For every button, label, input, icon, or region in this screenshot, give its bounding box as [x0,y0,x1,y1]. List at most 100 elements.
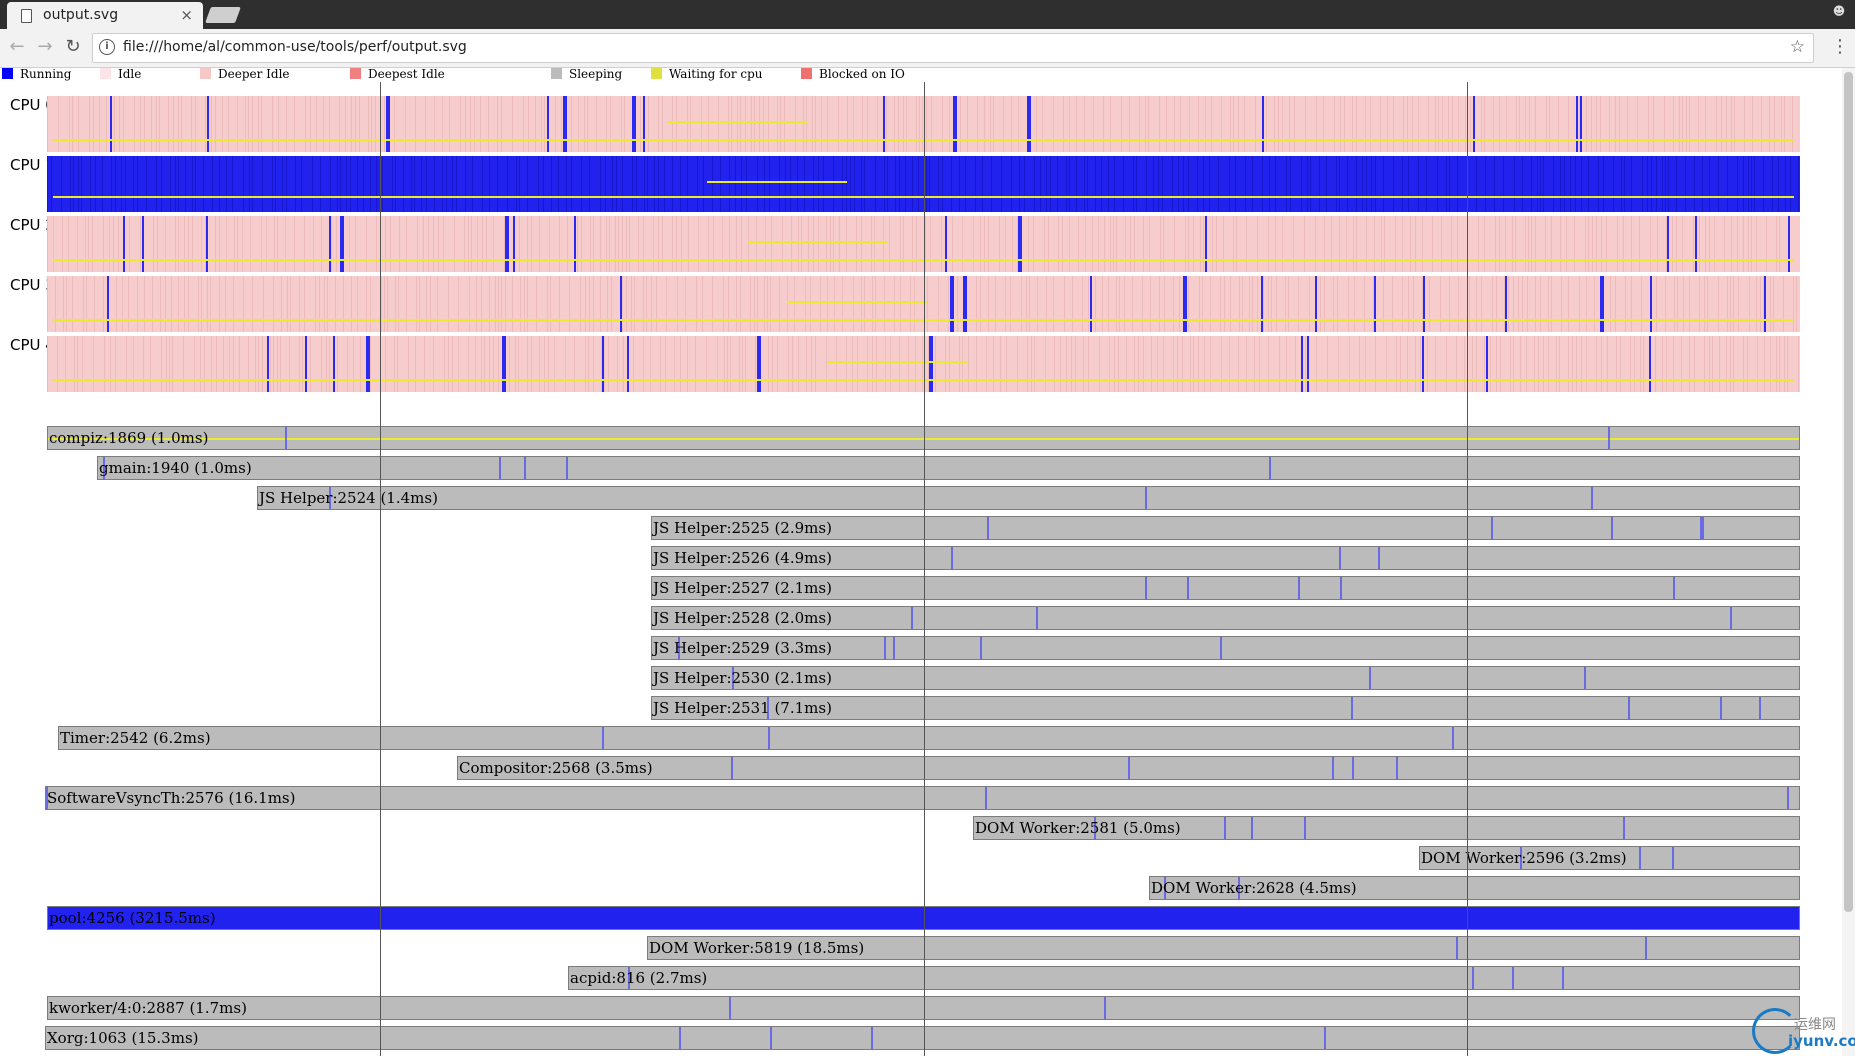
state-tick [1586,276,1587,332]
state-tick [357,276,358,332]
vertical-scrollbar[interactable] [1842,68,1855,1056]
state-tick [806,336,807,392]
state-tick [275,156,276,212]
running-slice [1351,697,1353,719]
state-tick [118,216,119,272]
state-tick [929,156,930,212]
state-tick [1402,276,1403,332]
state-tick [541,96,542,152]
state-tick [1560,156,1561,212]
profile-icon[interactable]: ☻ [1831,4,1847,20]
state-tick [128,276,129,332]
url-text[interactable]: file:///home/al/common-use/tools/perf/ou… [123,39,467,55]
running-slice [1374,276,1376,332]
state-tick [827,96,828,152]
legend: Running Idle Deeper Idle Deepest Idle Sleepi… [0,67,1855,82]
state-tick [894,96,895,152]
state-tick [395,156,396,212]
state-tick [587,96,588,152]
state-tick [77,336,78,392]
info-icon[interactable]: i [99,39,115,55]
state-tick [867,336,868,392]
state-tick [1282,216,1283,272]
state-tick [61,156,62,212]
state-tick [1293,216,1294,272]
kebab-menu-icon[interactable]: ⋮ [1831,36,1849,57]
new-tab-button[interactable] [205,7,241,23]
tab-output-svg[interactable]: output.svg × [7,2,203,29]
running-slice [1650,276,1652,332]
state-tick [1209,156,1210,212]
state-tick [1606,216,1607,272]
reload-icon[interactable]: ↻ [62,36,84,57]
state-tick [1484,336,1485,392]
state-tick [1689,276,1690,332]
state-tick [643,276,644,332]
state-tick [836,336,837,392]
state-tick [756,216,757,272]
state-tick [1334,96,1335,152]
state-tick [1672,216,1673,272]
state-tick [1172,156,1173,212]
state-tick [274,216,275,272]
running-slice [1505,276,1507,332]
state-tick [88,216,89,272]
state-tick [1375,336,1376,392]
running-slice [1649,336,1651,392]
state-tick [211,96,212,152]
state-tick [928,336,929,392]
state-tick [821,96,822,152]
state-tick [938,156,939,212]
state-tick [605,156,606,212]
scrollbar-thumb[interactable] [1844,72,1853,912]
state-tick [395,276,396,332]
state-tick [258,336,259,392]
state-tick [1503,156,1504,212]
star-icon[interactable]: ☆ [1790,37,1805,57]
state-tick [1694,336,1695,392]
state-tick [484,336,485,392]
state-tick [1076,156,1077,212]
state-tick [1761,96,1762,152]
state-tick [763,96,764,152]
state-tick [454,216,455,272]
state-tick [1653,96,1654,152]
state-tick [894,276,895,332]
state-tick [853,96,854,152]
state-tick [1743,336,1744,392]
state-tick [1773,276,1774,332]
running-slice [1307,336,1309,392]
state-tick [886,96,887,152]
state-tick [1257,216,1258,272]
state-tick [1575,156,1576,212]
state-tick [580,276,581,332]
state-tick [474,96,475,152]
state-tick [1380,96,1381,152]
state-tick [299,336,300,392]
state-tick [798,216,799,272]
state-tick [498,276,499,332]
state-tick [115,336,116,392]
close-tab-icon[interactable]: × [180,6,193,24]
state-tick [899,336,900,392]
state-tick [121,156,122,212]
task-row: gmain:1940 (1.0ms) [97,456,1800,480]
arrow-left-icon[interactable]: ← [6,36,28,57]
state-tick [1540,156,1541,212]
state-tick [1178,156,1179,212]
running-slice [1340,577,1342,599]
state-tick [1689,336,1690,392]
task-label: gmain:1940 (1.0ms) [99,459,252,477]
state-tick [498,336,499,392]
state-tick [1233,216,1234,272]
state-tick [723,276,724,332]
state-tick [1598,156,1599,212]
state-tick [113,216,114,272]
state-tick [861,216,862,272]
state-tick [515,336,516,392]
state-tick [1407,336,1408,392]
state-tick [1288,276,1289,332]
arrow-right-icon[interactable]: → [34,36,56,57]
state-tick [302,336,303,392]
address-bar[interactable]: i file:///home/al/common-use/tools/perf/… [92,33,1814,63]
